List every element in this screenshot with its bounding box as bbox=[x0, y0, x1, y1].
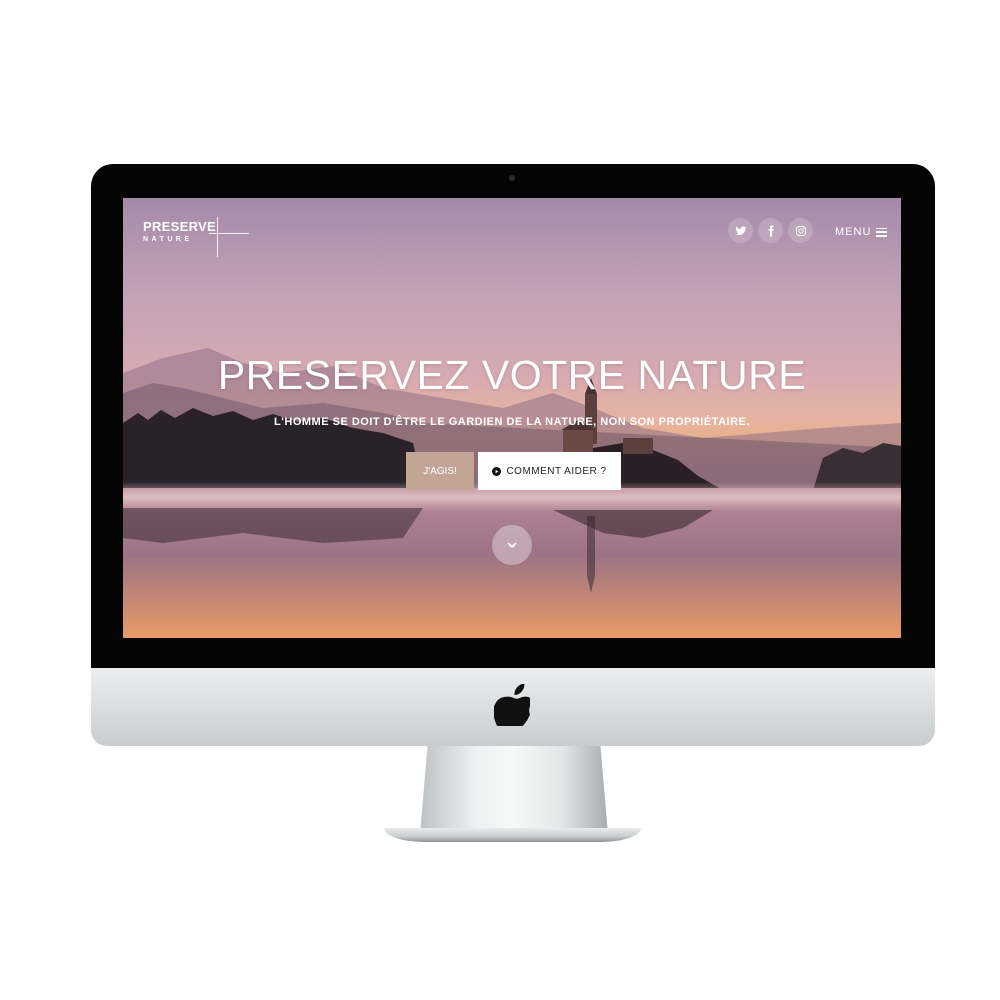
how-to-help-label: COMMENT AIDER ? bbox=[506, 465, 607, 477]
act-now-button[interactable]: J'AGIS! bbox=[406, 452, 474, 490]
menu-button[interactable]: MENU bbox=[835, 224, 888, 240]
hero-title: PRESERVEZ VOTRE NATURE bbox=[217, 352, 807, 398]
logo-wordmark-top: PRESERVE bbox=[143, 219, 216, 234]
site-logo[interactable]: PRESERVE NATURE bbox=[143, 217, 249, 260]
how-to-help-button[interactable]: COMMENT AIDER ? bbox=[478, 452, 621, 490]
monitor-stand bbox=[420, 746, 608, 834]
hero-subtitle: L'HOMME SE DOIT D'ÊTRE LE GARDIEN DE LA … bbox=[274, 416, 750, 428]
hamburger-icon bbox=[876, 227, 888, 237]
play-circle-icon bbox=[492, 466, 502, 476]
instagram-button[interactable] bbox=[788, 218, 813, 243]
logo-cross-horizontal bbox=[209, 233, 249, 234]
twitter-button[interactable] bbox=[728, 218, 753, 243]
instagram-icon bbox=[795, 225, 806, 236]
website-hero: PRESERVE NATURE MENU PRESERVEZ VOTRE NAT… bbox=[123, 198, 901, 638]
logo-wordmark-bottom: NATURE bbox=[143, 236, 193, 243]
scroll-down-button[interactable] bbox=[492, 525, 532, 565]
apple-logo-icon bbox=[494, 684, 530, 726]
logo-cross-vertical bbox=[217, 217, 218, 257]
facebook-icon bbox=[768, 225, 774, 236]
twitter-icon bbox=[735, 225, 746, 235]
webcam bbox=[509, 175, 515, 181]
facebook-button[interactable] bbox=[758, 218, 783, 243]
monitor-foot bbox=[384, 828, 641, 842]
menu-label: MENU bbox=[835, 226, 872, 238]
chevron-down-icon bbox=[507, 541, 517, 548]
